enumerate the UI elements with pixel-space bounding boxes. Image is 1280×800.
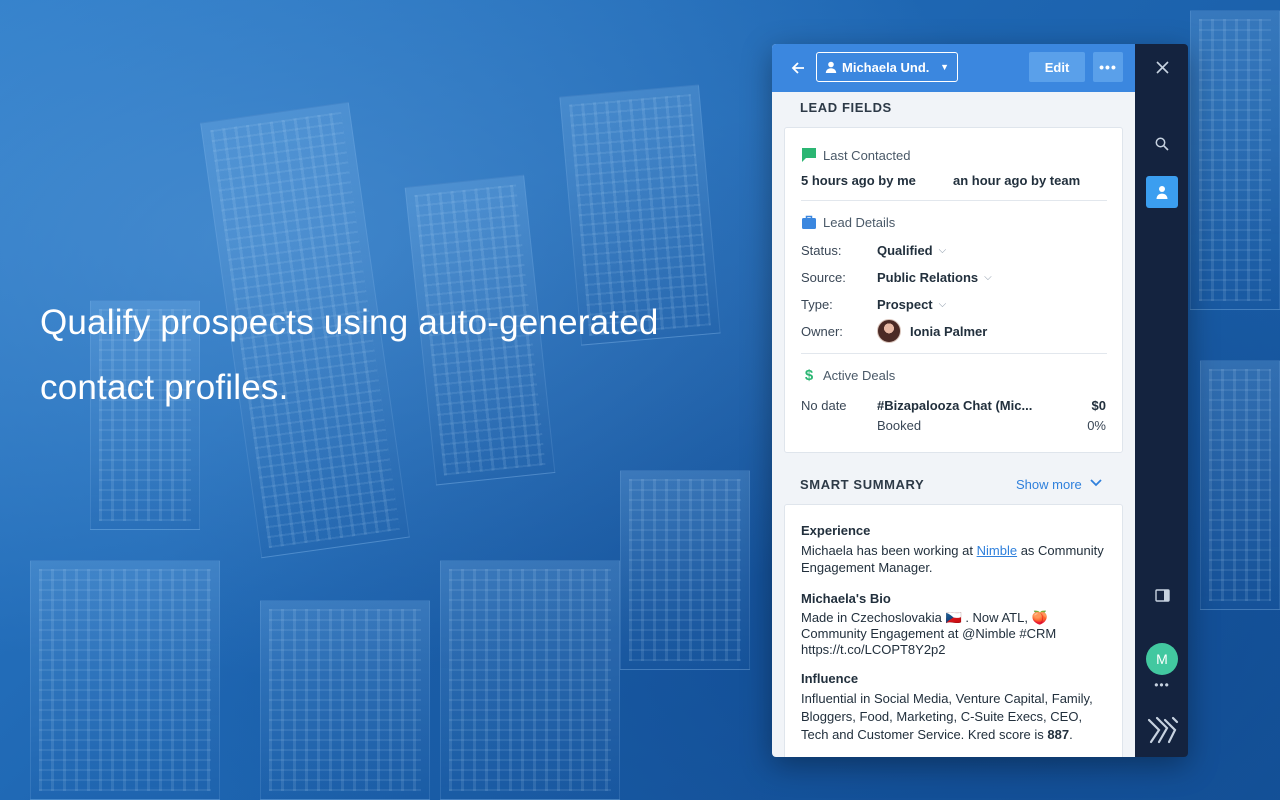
type-dropdown[interactable]: Prospect ⌵ [877, 297, 946, 312]
deal-probability: 0% [1087, 418, 1106, 433]
bio-line-1: Made in Czechoslovakia 🇨🇿 . Now ATL, 🍑 [801, 610, 1048, 625]
chevron-down-icon: ⌵ [938, 245, 947, 256]
source-dropdown[interactable]: Public Relations ⌵ [877, 270, 992, 285]
influence-end: . [1069, 727, 1073, 742]
last-contacted-me: 5 hours ago by me [801, 173, 916, 188]
smart-summary-card: Experience Michaela has been working at … [784, 504, 1123, 757]
user-avatar[interactable]: M [1146, 643, 1178, 675]
type-value: Prospect [877, 297, 933, 312]
caret-down-icon: ▼ [940, 62, 949, 72]
show-more-button[interactable]: Show more [1016, 477, 1102, 492]
avatar [877, 319, 901, 343]
arrow-left-icon [791, 62, 804, 74]
panel-toggle-button[interactable] [1146, 579, 1178, 611]
chat-icon [801, 147, 817, 163]
influence-text: Influential in Social Media, Venture Cap… [801, 690, 1111, 744]
contact-selector[interactable]: Michaela Und... ▼ [816, 52, 958, 82]
back-button[interactable] [786, 56, 810, 80]
deal-stage: Booked [877, 418, 922, 433]
chevron-down-icon [1090, 479, 1102, 490]
experience-heading: Experience [801, 523, 871, 538]
person-icon [825, 61, 837, 73]
source-label: Source: [801, 270, 846, 285]
contact-icon [1156, 186, 1168, 199]
bio-heading: Michaela's Bio [801, 591, 891, 606]
divider [801, 200, 1107, 201]
more-options-button[interactable]: ••• [1093, 52, 1123, 82]
status-value: Qualified [877, 243, 933, 258]
show-more-label: Show more [1016, 477, 1082, 492]
headline: Qualify prospects using auto-generated c… [40, 303, 659, 407]
owner-label: Owner: [801, 324, 843, 339]
lead-fields-card: Last Contacted 5 hours ago by me an hour… [784, 127, 1123, 453]
nimble-link[interactable]: Nimble [977, 543, 1017, 558]
kred-score: 887 [1047, 727, 1070, 742]
experience-text: Michaela has been working at Nimble as C… [801, 542, 1111, 576]
lead-fields-title: LEAD FIELDS [800, 100, 892, 115]
contact-name: Michaela Und... [842, 59, 930, 75]
owner-field[interactable]: Ionia Palmer [877, 319, 987, 343]
nimble-logo-icon [1147, 716, 1179, 744]
smart-summary-title: SMART SUMMARY [800, 477, 925, 492]
type-label: Type: [801, 297, 833, 312]
source-value: Public Relations [877, 270, 979, 285]
deal-name[interactable]: #Bizapalooza Chat (Mic... [877, 398, 1032, 413]
owner-value: Ionia Palmer [910, 323, 988, 339]
last-contacted-heading: Last Contacted [801, 147, 910, 163]
lead-details-label: Lead Details [823, 214, 896, 230]
deal-date: No date [801, 398, 847, 413]
more-apps-icon[interactable]: ••• [1146, 678, 1178, 692]
panel-header: Michaela Und... ▼ Edit ••• [772, 44, 1135, 92]
contact-button[interactable] [1146, 176, 1178, 208]
nimble-panel: Michaela Und... ▼ Edit ••• LEAD FIELDS L… [772, 44, 1188, 757]
active-deals-label: Active Deals [823, 367, 896, 383]
chevron-down-icon: ⌵ [938, 299, 947, 310]
lead-details-heading: Lead Details [801, 214, 895, 230]
close-button[interactable] [1146, 51, 1178, 83]
status-dropdown[interactable]: Qualified ⌵ [877, 243, 946, 258]
bio-line-3: https://t.co/LCOPT8Y2p2 [801, 642, 946, 657]
divider [801, 353, 1107, 354]
experience-text-pre: Michaela has been working at [801, 543, 977, 558]
active-deals-heading: $ Active Deals [801, 366, 896, 384]
influence-heading: Influence [801, 671, 859, 686]
status-label: Status: [801, 243, 842, 258]
sidebar-toggle-icon [1154, 588, 1170, 602]
last-contacted-label: Last Contacted [823, 147, 911, 163]
chevron-down-icon: ⌵ [984, 272, 992, 283]
dollar-icon: $ [804, 366, 814, 384]
edit-button[interactable]: Edit [1029, 52, 1085, 82]
search-button[interactable] [1146, 128, 1178, 160]
last-contacted-team: an hour ago by team [953, 173, 1081, 188]
bio-line-2: Community Engagement at @Nimble #CRM [801, 626, 1057, 641]
contact-panel: Michaela Und... ▼ Edit ••• LEAD FIELDS L… [772, 44, 1135, 757]
right-rail: M ••• [1135, 44, 1188, 757]
deal-amount: $0 [1091, 398, 1106, 413]
briefcase-icon [801, 214, 817, 230]
search-icon [1155, 137, 1169, 151]
close-icon [1155, 60, 1169, 74]
